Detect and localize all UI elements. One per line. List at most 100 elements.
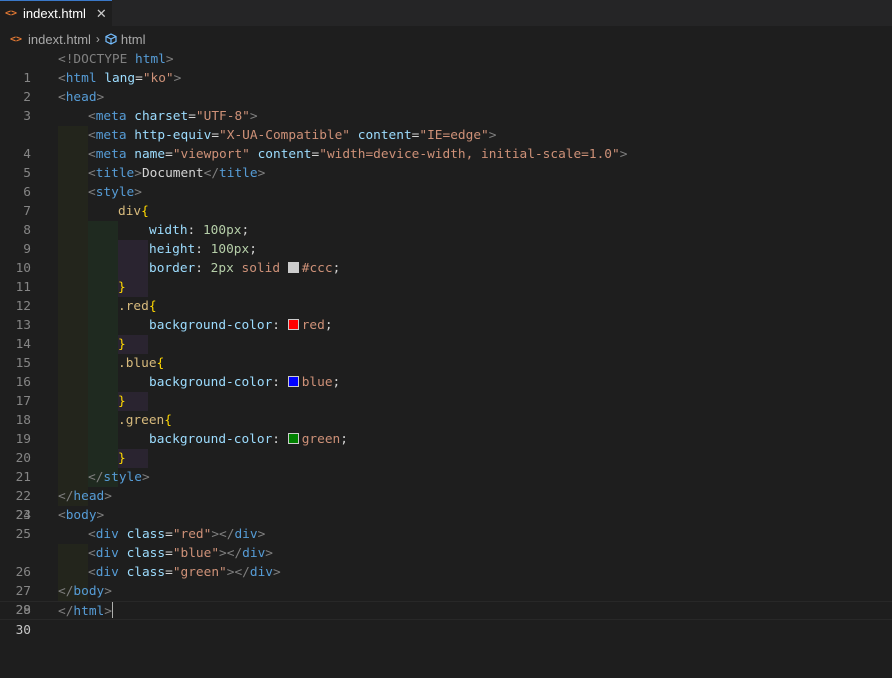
title-text: Document — [141, 166, 204, 181]
html-file-icon: <> — [5, 8, 18, 19]
text-cursor — [111, 602, 113, 618]
close-icon[interactable]: ✕ — [96, 6, 107, 22]
code-line: 27 <div class="blue"></div> — [0, 544, 892, 599]
code-line: 6 <meta name="viewport" content="width=d… — [0, 145, 892, 200]
attr-value: "UTF-8" — [195, 109, 250, 124]
css-value: blue — [301, 375, 333, 390]
attr-name: lang — [104, 71, 136, 86]
attr-name: http-equiv — [134, 128, 212, 143]
attr-name: charset — [134, 109, 189, 124]
attr-name: content — [357, 128, 412, 143]
code-line-current: 30 </html> — [0, 601, 892, 638]
tag-name: html — [73, 604, 105, 619]
code-line: 7 <title>Document</title> — [0, 164, 892, 219]
css-value: #ccc — [301, 261, 333, 276]
breadcrumb-symbol[interactable]: html — [121, 32, 146, 47]
attr-name: content — [257, 147, 312, 162]
code-line: 28 <div class="green"></div> — [0, 563, 892, 618]
code-line: 19 } — [0, 392, 892, 447]
attr-name: class — [126, 546, 166, 561]
color-swatch-icon[interactable] — [287, 262, 299, 273]
attr-value: "blue" — [172, 546, 220, 561]
bracket: > — [165, 52, 174, 67]
color-swatch-icon[interactable] — [287, 433, 299, 444]
css-property: background-color — [149, 432, 273, 447]
attr-value: "IE=edge" — [419, 128, 489, 143]
html-file-icon: <> — [10, 33, 23, 45]
code-line: 29 </body> — [0, 582, 892, 618]
css-value: red — [301, 318, 325, 333]
code-line: 13 } — [0, 278, 892, 333]
tag-name: meta — [95, 128, 127, 143]
code-line: 16 } — [0, 335, 892, 390]
tag-name: div — [242, 546, 266, 561]
breadcrumb-file[interactable]: indext.html — [28, 32, 91, 47]
tab-label: indext.html — [23, 6, 86, 21]
code-line: 8 <style> — [0, 183, 892, 238]
css-selector: .blue — [118, 356, 157, 371]
attr-value: "width=device-width, initial-scale=1.0" — [319, 147, 620, 162]
css-property: border — [149, 261, 196, 276]
chevron-right-icon: › — [95, 32, 100, 46]
code-line: 4 <meta charset="UTF-8"> — [0, 107, 892, 162]
css-value: 100px — [210, 242, 250, 257]
code-line: 22 } — [0, 449, 892, 504]
css-selector: .red — [118, 299, 149, 314]
code-line: 5 <meta http-equiv="X-UA-Compatible" con… — [0, 126, 892, 181]
tag-name: style — [95, 185, 135, 200]
color-swatch-icon[interactable] — [287, 376, 299, 387]
css-value: green — [301, 432, 341, 447]
attr-value: "green" — [172, 565, 227, 580]
tag-name: head — [73, 489, 105, 504]
attr-name: class — [126, 527, 166, 542]
code-line: 21 background-color: green; — [0, 430, 892, 485]
tag-name: div — [95, 565, 119, 580]
tag-name: div — [95, 527, 119, 542]
attr-name: name — [134, 147, 166, 162]
css-value: 2px — [210, 261, 234, 276]
css-value: solid — [241, 261, 281, 276]
tag-name: title — [95, 166, 135, 181]
code-line: 10 width: 100px; — [0, 221, 892, 276]
tag-name: meta — [95, 147, 127, 162]
css-property: width — [149, 223, 188, 238]
code-line: 24 </head> — [0, 487, 892, 523]
attr-value: "viewport" — [172, 147, 250, 162]
code-editor[interactable]: 1 <!DOCTYPE html> 2 <html lang="ko"> 3 <… — [0, 50, 892, 638]
tag-name: body — [65, 508, 97, 523]
code-line: 2 <html lang="ko"> — [0, 69, 892, 105]
css-property: background-color — [149, 375, 273, 390]
code-line: 25 <body> — [0, 506, 892, 542]
css-selector: div — [118, 204, 142, 219]
tag-name: div — [249, 565, 273, 580]
tab-bar: <> indext.html ✕ — [0, 0, 892, 26]
css-selector: .green — [118, 413, 165, 428]
tab-indext-html[interactable]: <> indext.html ✕ — [0, 0, 112, 26]
doctype-html: html — [127, 52, 166, 67]
symbol-cube-icon — [105, 33, 117, 45]
code-line: 11 height: 100px; — [0, 240, 892, 295]
doctype: <!DOCTYPE — [58, 52, 128, 67]
tag-name: head — [65, 90, 97, 105]
tag-name: div — [95, 546, 119, 561]
tag-name: style — [103, 470, 142, 485]
attr-value: "X-UA-Compatible" — [219, 128, 351, 143]
color-swatch-icon[interactable] — [287, 319, 299, 330]
code-line: 3 <head> — [0, 88, 892, 124]
breadcrumb: <> indext.html › html — [0, 29, 892, 49]
code-line: 18 background-color: blue; — [0, 373, 892, 428]
code-line: 26 <div class="red"></div> — [0, 525, 892, 580]
attr-value: "red" — [172, 527, 212, 542]
code-line: 20 .green{ — [0, 411, 892, 466]
attr-name: class — [126, 565, 166, 580]
attr-value: "ko" — [142, 71, 174, 86]
tag-name: body — [73, 584, 105, 599]
css-value: 100px — [202, 223, 242, 238]
css-property: background-color — [149, 318, 273, 333]
code-line: 12 border: 2px solid #ccc; — [0, 259, 892, 314]
tag-name: meta — [95, 109, 127, 124]
code-line: 14 .red{ — [0, 297, 892, 352]
css-property: height — [149, 242, 196, 257]
tag-name: div — [234, 527, 258, 542]
tag-name: html — [65, 71, 97, 86]
